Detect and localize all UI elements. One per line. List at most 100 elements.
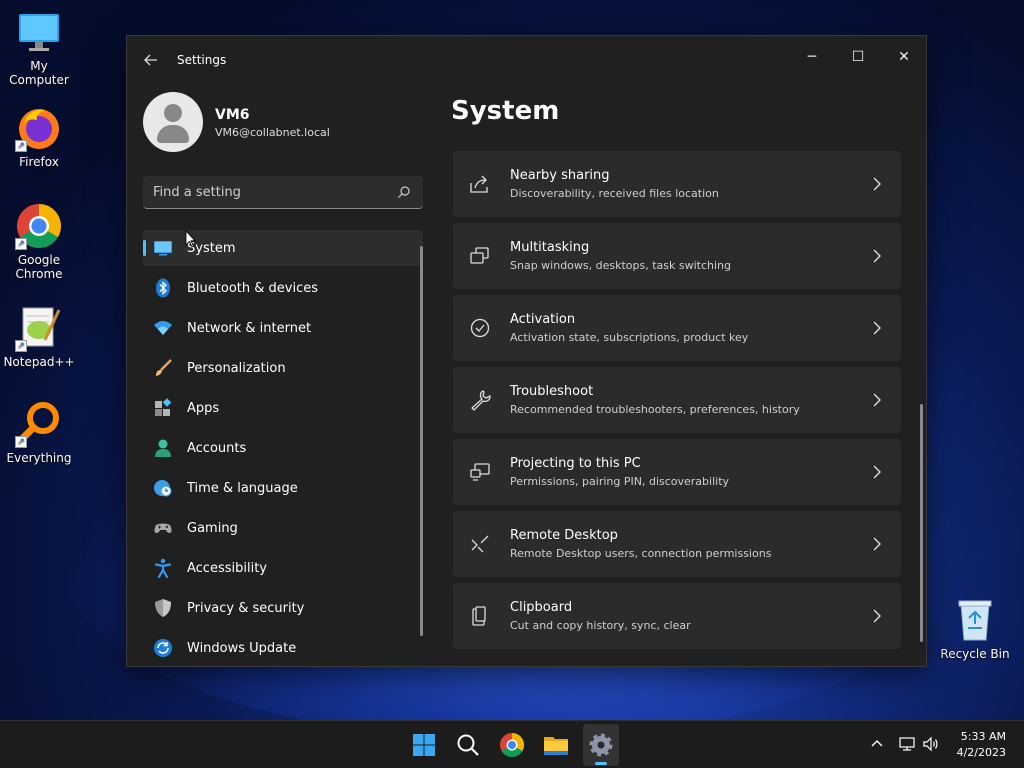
chevron-right-icon bbox=[873, 465, 881, 479]
card-projecting[interactable]: Projecting to this PC Permissions, pairi… bbox=[453, 439, 901, 505]
computer-icon bbox=[15, 8, 63, 56]
card-nearby-sharing[interactable]: Nearby sharing Discoverability, received… bbox=[453, 151, 901, 217]
taskbar-file-explorer-button[interactable] bbox=[540, 729, 572, 761]
desktop-icon-recycle-bin[interactable]: Recycle Bin bbox=[937, 596, 1013, 661]
search-icon[interactable] bbox=[397, 185, 411, 199]
nav-item-personalization[interactable]: Personalization bbox=[143, 350, 423, 386]
back-button[interactable] bbox=[141, 50, 161, 70]
card-title: Projecting to this PC bbox=[510, 456, 641, 471]
recycle-bin-icon bbox=[951, 596, 999, 644]
shortcut-arrow-icon: ↗ bbox=[15, 436, 27, 448]
desktop-icon-label: Google Chrome bbox=[15, 253, 63, 281]
speaker-icon bbox=[923, 736, 938, 752]
folder-icon bbox=[544, 737, 568, 755]
card-subtitle: Discoverability, received files location bbox=[510, 187, 719, 200]
chrome-icon: ↗ bbox=[15, 202, 63, 250]
maximize-button[interactable]: ☐ bbox=[835, 42, 881, 72]
brush-icon bbox=[156, 359, 172, 376]
nav-item-label: Gaming bbox=[187, 521, 238, 536]
taskbar-clock[interactable]: 5:33 AM 4/2/2023 bbox=[957, 729, 1006, 761]
nav-item-windows-update[interactable]: Windows Update bbox=[143, 630, 423, 666]
card-subtitle: Snap windows, desktops, task switching bbox=[510, 259, 732, 272]
clipboard-icon bbox=[472, 606, 486, 626]
nav-item-label: Time & language bbox=[187, 481, 298, 496]
card-clipboard[interactable]: Clipboard Cut and copy history, sync, cl… bbox=[453, 583, 901, 649]
globe-clock-icon bbox=[154, 480, 172, 497]
card-subtitle: Remote Desktop users, connection permiss… bbox=[510, 547, 772, 560]
show-hidden-icons-button[interactable] bbox=[868, 735, 886, 753]
projector-icon bbox=[470, 463, 490, 481]
nav-item-time-language[interactable]: Time & language bbox=[143, 470, 423, 506]
desktop-icon-chrome[interactable]: ↗ Google Chrome bbox=[1, 202, 77, 281]
card-subtitle: Permissions, pairing PIN, discoverabilit… bbox=[510, 475, 730, 488]
volume-button[interactable] bbox=[922, 735, 940, 753]
nav-scrollbar[interactable] bbox=[420, 246, 423, 636]
card-activation[interactable]: Activation Activation state, subscriptio… bbox=[453, 295, 901, 361]
nav-item-label: Network & internet bbox=[187, 321, 312, 336]
nav-item-label: Privacy & security bbox=[187, 601, 305, 616]
shortcut-arrow-icon: ↗ bbox=[15, 238, 27, 250]
card-subtitle: Activation state, subscriptions, product… bbox=[510, 331, 749, 344]
card-title: Nearby sharing bbox=[510, 168, 610, 183]
card-subtitle: Cut and copy history, sync, clear bbox=[510, 619, 691, 632]
multitask-icon bbox=[470, 247, 489, 264]
desktop-icon-label: Everything bbox=[6, 451, 72, 465]
chevron-right-icon bbox=[873, 177, 881, 191]
card-troubleshoot[interactable]: Troubleshoot Recommended troubleshooters… bbox=[453, 367, 901, 433]
content-scrollbar[interactable] bbox=[920, 404, 923, 642]
card-remote-desktop[interactable]: Remote Desktop Remote Desktop users, con… bbox=[453, 511, 901, 577]
chevron-right-icon bbox=[873, 537, 881, 551]
card-title: Troubleshoot bbox=[510, 384, 594, 399]
desktop-icon-label: My Computer bbox=[9, 59, 69, 87]
card-multitasking[interactable]: Multitasking Snap windows, desktops, tas… bbox=[453, 223, 901, 289]
nav-item-label: Apps bbox=[187, 401, 220, 416]
nav-item-gaming[interactable]: Gaming bbox=[143, 510, 423, 546]
chevron-right-icon bbox=[873, 321, 881, 335]
nav-item-network[interactable]: Network & internet bbox=[143, 310, 423, 346]
settings-nav: System Bluetooth & devices Network & int… bbox=[143, 230, 423, 666]
accessibility-icon bbox=[154, 558, 172, 578]
minimize-button[interactable]: ─ bbox=[789, 42, 835, 72]
taskbar-search-button[interactable] bbox=[452, 729, 484, 761]
clock-time: 5:33 AM bbox=[960, 730, 1006, 743]
page-title: System bbox=[451, 96, 560, 126]
card-title: Activation bbox=[510, 312, 576, 327]
wifi-icon bbox=[154, 321, 172, 335]
desktop-icon-notepadpp[interactable]: ↗ Notepad++ bbox=[1, 304, 77, 369]
bluetooth-icon bbox=[156, 278, 170, 298]
person-icon bbox=[155, 439, 171, 457]
desktop-icon-firefox[interactable]: ↗ Firefox bbox=[1, 104, 77, 169]
notepadpp-icon: ↗ bbox=[15, 304, 63, 352]
title-bar[interactable]: Settings ─ ☐ ✕ bbox=[127, 36, 926, 84]
desktop-icon-everything[interactable]: ↗ Everything bbox=[1, 400, 77, 465]
network-icon bbox=[899, 737, 915, 751]
desktop-icon-label: Recycle Bin bbox=[940, 647, 1010, 661]
card-title: Multitasking bbox=[510, 240, 590, 255]
settings-cards: Nearby sharing Discoverability, received… bbox=[453, 151, 901, 655]
chevron-right-icon bbox=[873, 393, 881, 407]
network-status-button[interactable] bbox=[898, 735, 916, 753]
nav-item-accessibility[interactable]: Accessibility bbox=[143, 550, 423, 586]
start-button[interactable] bbox=[408, 729, 440, 761]
taskbar-chrome-button[interactable] bbox=[496, 729, 528, 761]
taskbar-settings-button[interactable] bbox=[585, 729, 617, 761]
search-input[interactable] bbox=[153, 182, 383, 202]
user-profile[interactable]: VM6 VM6@collabnet.local bbox=[143, 92, 403, 154]
chrome-icon bbox=[500, 733, 525, 758]
card-title: Remote Desktop bbox=[510, 528, 618, 543]
nav-item-privacy[interactable]: Privacy & security bbox=[143, 590, 423, 626]
taskbar: 5:33 AM 4/2/2023 bbox=[0, 720, 1024, 768]
desktop-icon-my-computer[interactable]: My Computer bbox=[1, 8, 77, 87]
gear-icon bbox=[589, 733, 613, 757]
nav-item-bluetooth[interactable]: Bluetooth & devices bbox=[143, 270, 423, 306]
desktop-icon-label: Firefox bbox=[19, 155, 59, 169]
apps-icon bbox=[155, 398, 172, 416]
check-circle-icon bbox=[470, 318, 490, 338]
search-box[interactable] bbox=[143, 176, 423, 209]
mouse-cursor-icon bbox=[185, 230, 195, 248]
nav-item-label: Personalization bbox=[187, 361, 286, 376]
nav-item-accounts[interactable]: Accounts bbox=[143, 430, 423, 466]
nav-item-apps[interactable]: Apps bbox=[143, 390, 423, 426]
close-button[interactable]: ✕ bbox=[881, 42, 927, 72]
share-icon bbox=[470, 175, 488, 193]
